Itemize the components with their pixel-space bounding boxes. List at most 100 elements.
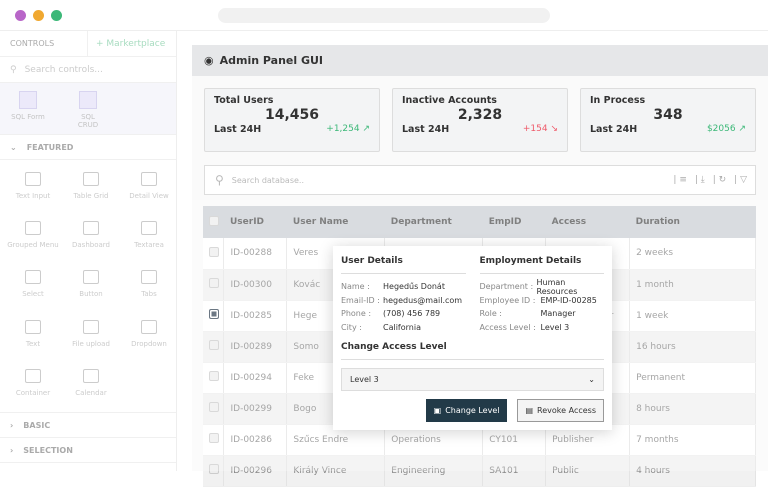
field-value: (708) 456 789	[383, 309, 441, 319]
control-label: Container	[15, 388, 51, 397]
row-checkbox[interactable]	[209, 340, 219, 350]
table-cell: 1 week	[629, 300, 756, 332]
column-header[interactable]: Department	[384, 206, 483, 238]
row-checkbox[interactable]	[209, 246, 219, 257]
item-label: SQL CRUD	[77, 113, 99, 129]
maximize-dot[interactable]	[51, 10, 62, 21]
column-header[interactable]: EmpID	[482, 206, 546, 238]
control-item[interactable]: Container	[4, 365, 62, 404]
control-icon	[83, 172, 99, 186]
field-value: Level 3	[540, 322, 570, 332]
search-icon: ⚲	[10, 64, 17, 75]
control-item[interactable]: Text Input	[4, 168, 62, 207]
basic-section[interactable]: › BASIC	[0, 413, 176, 438]
row-checkbox[interactable]	[209, 433, 219, 443]
table-cell: ID-00300	[223, 269, 288, 301]
row-checkbox[interactable]	[209, 402, 219, 412]
panel-header: ◉ Admin Panel GUI	[192, 45, 768, 76]
controls-tab[interactable]: CONTROLS	[0, 31, 88, 56]
control-label: Dropdown	[131, 339, 167, 348]
user-details-title: User Details	[341, 256, 466, 274]
filter-icon[interactable]: | ▽	[734, 175, 747, 185]
field-value: Manager	[540, 309, 576, 319]
address-bar[interactable]	[218, 8, 550, 23]
revoke-access-button[interactable]: ▤ Revoke Access	[517, 399, 604, 422]
control-label: Grouped Menu	[7, 241, 59, 250]
control-icon	[25, 270, 41, 285]
column-header[interactable]: Duration	[629, 206, 756, 238]
selection-section[interactable]: › SELECTION	[0, 438, 176, 463]
card-title: Inactive Accounts	[402, 95, 497, 106]
control-label: Textarea	[134, 241, 164, 250]
control-icon	[83, 368, 99, 383]
control-item[interactable]: Select	[4, 266, 62, 305]
sql-crud-item[interactable]: SQL CRUD	[70, 91, 106, 134]
table-cell: 8 hours	[629, 393, 756, 425]
card-title: Total Users	[214, 95, 274, 106]
row-checkbox[interactable]	[209, 464, 219, 474]
control-item[interactable]: Calendar	[62, 365, 120, 404]
search-controls-input[interactable]: Search controls...	[25, 65, 103, 75]
control-icon	[83, 221, 99, 236]
control-item[interactable]: Dropdown	[120, 316, 178, 355]
field-label: Role :	[479, 309, 502, 319]
sort-icon[interactable]: | ≡	[673, 175, 686, 185]
control-item[interactable]: Dashboard	[62, 217, 120, 256]
search-database-input[interactable]: Search database..	[232, 176, 304, 185]
field-value: California	[383, 322, 421, 332]
selected-level: Level 3	[350, 375, 379, 384]
control-label: Select	[22, 290, 44, 299]
refresh-icon[interactable]: | ↻	[713, 175, 726, 185]
row-checkbox[interactable]	[209, 309, 219, 319]
trend-up-icon: ↗	[359, 124, 370, 134]
stat-card: Total Users 14,456 Last 24H +1,254 ↗	[204, 88, 380, 152]
card-period: Last 24H	[590, 124, 638, 135]
control-label: Text Input	[15, 192, 51, 200]
control-item[interactable]: Button	[62, 266, 120, 305]
checkbox[interactable]	[209, 215, 219, 226]
controls-sidebar: CONTROLS + Markertplace ⚲ Search control…	[0, 31, 177, 471]
column-header[interactable]: Access	[545, 206, 630, 238]
control-item[interactable]: Textarea	[120, 217, 178, 256]
control-item[interactable]: Tabs	[120, 266, 178, 305]
minimize-dot[interactable]	[33, 10, 44, 21]
control-item[interactable]: Text	[4, 316, 62, 355]
access-level-select[interactable]: Level 3 ⌄	[341, 368, 604, 391]
control-item[interactable]: File upload	[62, 316, 120, 355]
field-value: Human Resources	[536, 277, 578, 296]
table-cell: ID-00299	[223, 393, 288, 425]
database-search[interactable]: ⚲ Search database.. | ≡ | ⤓ | ↻ | ▽	[204, 165, 756, 195]
column-header[interactable]: UserID	[223, 206, 287, 238]
change-level-button[interactable]: ▣ Change Level	[425, 399, 508, 422]
control-item[interactable]: Detail View	[120, 168, 178, 207]
control-label: Calendar	[75, 388, 107, 397]
table-cell: ID-00289	[223, 331, 288, 363]
table-cell: ID-00288	[223, 238, 288, 270]
card-value: 348	[653, 107, 683, 123]
marketplace-link[interactable]: + Markertplace	[88, 39, 165, 49]
control-label: Dashboard	[72, 241, 110, 250]
table-cell: ID-00294	[223, 362, 288, 394]
control-label: Text	[25, 339, 41, 348]
item-label: SQL Form	[11, 113, 45, 121]
button-label: Revoke Access	[537, 406, 596, 415]
close-dot[interactable]	[15, 10, 26, 21]
select-all-checkbox[interactable]	[203, 206, 224, 238]
control-icon	[141, 270, 157, 285]
download-icon[interactable]: | ⤓	[695, 175, 705, 185]
control-item[interactable]: Table Grid	[62, 168, 120, 207]
control-icon	[25, 368, 41, 383]
field-label: Department :	[479, 282, 534, 292]
trash-icon: ▤	[525, 406, 534, 415]
field-label: Email-ID :	[341, 295, 380, 305]
row-checkbox[interactable]	[209, 278, 219, 288]
sql-form-item[interactable]: SQL Form	[10, 91, 46, 134]
search-controls[interactable]: ⚲ Search controls...	[0, 57, 176, 83]
row-checkbox[interactable]	[209, 371, 219, 381]
stat-card: Inactive Accounts 2,328 Last 24H +154 ↘	[392, 88, 568, 152]
control-item[interactable]: Grouped Menu	[4, 217, 62, 256]
featured-section[interactable]: ⌄ FEATURED	[0, 135, 176, 160]
card-value: 14,456	[264, 107, 320, 123]
chevron-down-icon: ⌄	[588, 375, 595, 384]
column-header[interactable]: User Name	[286, 206, 385, 238]
